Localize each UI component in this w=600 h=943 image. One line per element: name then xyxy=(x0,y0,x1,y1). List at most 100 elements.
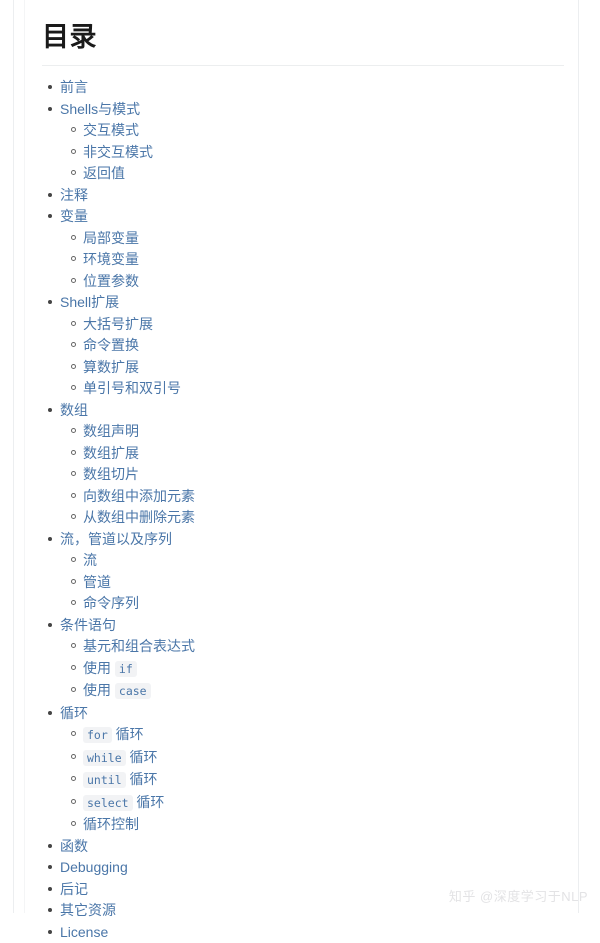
toc-link-环境变量[interactable]: 环境变量 xyxy=(83,251,139,267)
toc-link-数组切片[interactable]: 数组切片 xyxy=(83,466,139,482)
link-text: 命令序列 xyxy=(83,595,139,611)
link-text: 数组扩展 xyxy=(83,445,139,461)
toc-sublist: 局部变量环境变量位置参数 xyxy=(60,228,564,293)
toc-link-数组[interactable]: 数组 xyxy=(60,402,88,418)
link-text: 向数组中添加元素 xyxy=(83,488,195,504)
toc-item: 从数组中删除元素 xyxy=(83,507,564,529)
toc-link-select-循环[interactable]: select 循环 xyxy=(83,794,164,810)
toc-link-数组扩展[interactable]: 数组扩展 xyxy=(83,445,139,461)
page-border-right xyxy=(578,0,579,913)
toc-link-前言[interactable]: 前言 xyxy=(60,79,88,95)
link-text: 局部变量 xyxy=(83,230,139,246)
toc-row: 使用 if xyxy=(83,658,564,681)
link-text: 流，管道以及序列 xyxy=(60,531,172,547)
toc-item: 注释 xyxy=(60,185,564,207)
toc-item: Shells与模式交互模式非交互模式返回值 xyxy=(60,99,564,185)
link-text: 非交互模式 xyxy=(83,144,153,160)
toc-link-流管道以及序列[interactable]: 流，管道以及序列 xyxy=(60,531,172,547)
toc-link-shells与模式[interactable]: Shells与模式 xyxy=(60,101,140,117)
toc-sublist: 数组声明数组扩展数组切片向数组中添加元素从数组中删除元素 xyxy=(60,421,564,529)
link-text: 后记 xyxy=(60,881,88,897)
toc-link-循环控制[interactable]: 循环控制 xyxy=(83,816,139,832)
toc-link-license[interactable]: License xyxy=(60,924,108,940)
toc-sublist: 交互模式非交互模式返回值 xyxy=(60,120,564,185)
toc-item: until 循环 xyxy=(83,769,564,792)
toc-link-后记[interactable]: 后记 xyxy=(60,881,88,897)
link-text: 流 xyxy=(83,552,97,568)
toc-link-shell扩展[interactable]: Shell扩展 xyxy=(60,294,119,310)
toc-row: 管道 xyxy=(83,572,564,594)
link-text: 循环 xyxy=(112,726,144,742)
toc-row: 数组 xyxy=(60,400,564,422)
toc-item: 管道 xyxy=(83,572,564,594)
toc-link-until-循环[interactable]: until 循环 xyxy=(83,771,158,787)
watermark: 知乎 @深度学习于NLP xyxy=(449,886,588,905)
toc-item: 大括号扩展 xyxy=(83,314,564,336)
link-text: 从数组中删除元素 xyxy=(83,509,195,525)
toc-row: 单引号和双引号 xyxy=(83,378,564,400)
link-text: 数组声明 xyxy=(83,423,139,439)
link-text: 基元和组合表达式 xyxy=(83,638,195,654)
toc-row: 前言 xyxy=(60,77,564,99)
toc-link-算数扩展[interactable]: 算数扩展 xyxy=(83,359,139,375)
inline-code: while xyxy=(83,750,126,766)
link-text: 循环控制 xyxy=(83,816,139,832)
toc-item: 条件语句基元和组合表达式使用 if 使用 case xyxy=(60,615,564,703)
link-text: 循环 xyxy=(126,771,158,787)
toc-link-管道[interactable]: 管道 xyxy=(83,574,111,590)
toc-link-大括号扩展[interactable]: 大括号扩展 xyxy=(83,316,153,332)
toc-row: 环境变量 xyxy=(83,249,564,271)
link-text: 数组 xyxy=(60,402,88,418)
link-text: 循环 xyxy=(133,794,165,810)
toc-link-函数[interactable]: 函数 xyxy=(60,838,88,854)
link-text: 注释 xyxy=(60,187,88,203)
toc-link-for-循环[interactable]: for 循环 xyxy=(83,726,144,742)
inline-code: if xyxy=(115,661,137,677)
toc-link-使用-if[interactable]: 使用 if xyxy=(83,660,137,676)
toc-link-注释[interactable]: 注释 xyxy=(60,187,88,203)
toc-row: 基元和组合表达式 xyxy=(83,636,564,658)
toc-link-单引号和双引号[interactable]: 单引号和双引号 xyxy=(83,380,181,396)
toc-link-向数组中添加元素[interactable]: 向数组中添加元素 xyxy=(83,488,195,504)
toc-item: 单引号和双引号 xyxy=(83,378,564,400)
toc-item: 命令序列 xyxy=(83,593,564,615)
toc-link-返回值[interactable]: 返回值 xyxy=(83,165,125,181)
link-text: 循环 xyxy=(126,749,158,765)
toc-sublist: 大括号扩展命令置换算数扩展单引号和双引号 xyxy=(60,314,564,400)
toc-link-数组声明[interactable]: 数组声明 xyxy=(83,423,139,439)
toc-link-while-循环[interactable]: while 循环 xyxy=(83,749,158,765)
toc-link-变量[interactable]: 变量 xyxy=(60,208,88,224)
toc-item: 使用 if xyxy=(83,658,564,681)
toc-item: while 循环 xyxy=(83,747,564,770)
toc-link-位置参数[interactable]: 位置参数 xyxy=(83,273,139,289)
toc-row: 位置参数 xyxy=(83,271,564,293)
toc-link-交互模式[interactable]: 交互模式 xyxy=(83,122,139,138)
title-divider xyxy=(42,65,564,66)
toc-link-使用-case[interactable]: 使用 case xyxy=(83,682,151,698)
toc-item: 数组扩展 xyxy=(83,443,564,465)
toc-link-基元和组合表达式[interactable]: 基元和组合表达式 xyxy=(83,638,195,654)
toc-link-从数组中删除元素[interactable]: 从数组中删除元素 xyxy=(83,509,195,525)
toc-link-局部变量[interactable]: 局部变量 xyxy=(83,230,139,246)
table-of-contents: 前言Shells与模式交互模式非交互模式返回值注释变量局部变量环境变量位置参数S… xyxy=(42,77,564,943)
toc-link-条件语句[interactable]: 条件语句 xyxy=(60,617,116,633)
toc-link-其它资源[interactable]: 其它资源 xyxy=(60,902,116,918)
toc-link-命令序列[interactable]: 命令序列 xyxy=(83,595,139,611)
toc-link-循环[interactable]: 循环 xyxy=(60,705,88,721)
link-text: 位置参数 xyxy=(83,273,139,289)
toc-link-流[interactable]: 流 xyxy=(83,552,97,568)
toc-link-非交互模式[interactable]: 非交互模式 xyxy=(83,144,153,160)
toc-item: Shell扩展大括号扩展命令置换算数扩展单引号和双引号 xyxy=(60,292,564,400)
toc-item: 循环控制 xyxy=(83,814,564,836)
toc-link-命令置换[interactable]: 命令置换 xyxy=(83,337,139,353)
toc-row: 交互模式 xyxy=(83,120,564,142)
link-text: 变量 xyxy=(60,208,88,224)
toc-row: 使用 case xyxy=(83,680,564,703)
link-text: 单引号和双引号 xyxy=(83,380,181,396)
toc-item: Debugging xyxy=(60,857,564,879)
toc-row: 大括号扩展 xyxy=(83,314,564,336)
toc-item: 数组切片 xyxy=(83,464,564,486)
toc-item: 数组声明 xyxy=(83,421,564,443)
toc-link-debugging[interactable]: Debugging xyxy=(60,859,128,875)
toc-item: 流 xyxy=(83,550,564,572)
